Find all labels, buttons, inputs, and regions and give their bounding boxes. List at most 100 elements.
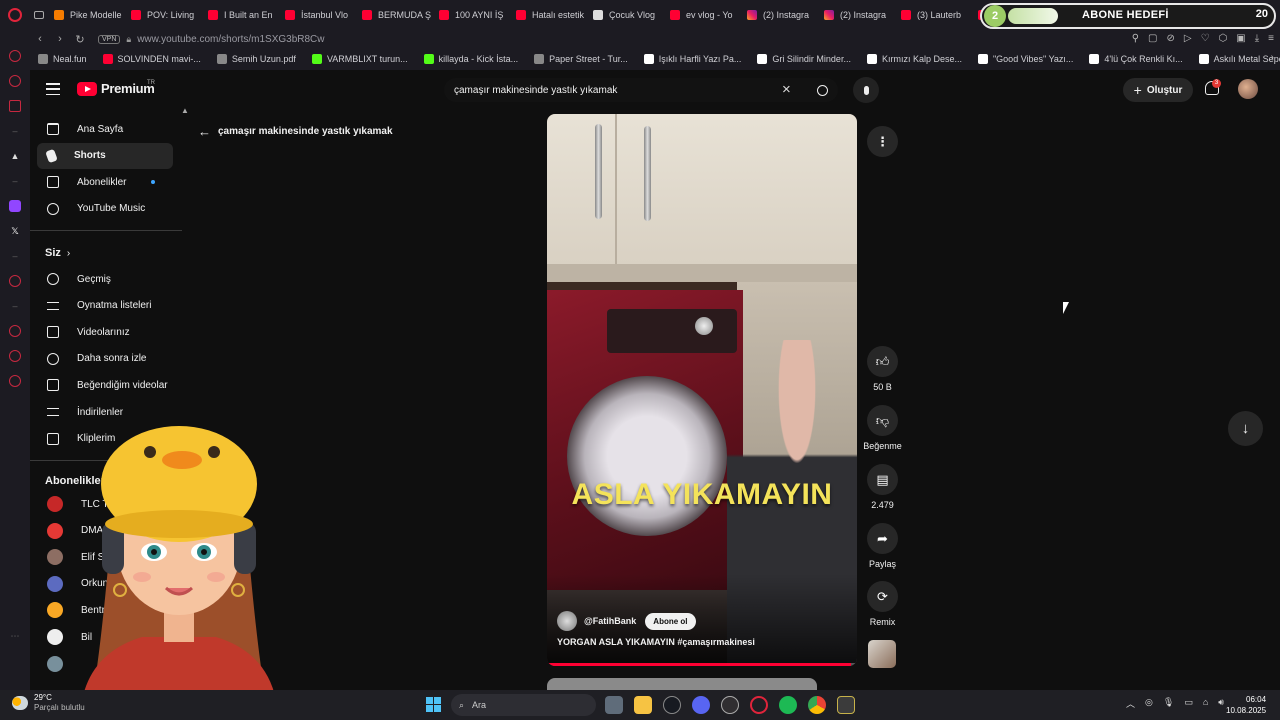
forward-nav-icon[interactable]: › xyxy=(50,33,70,45)
browser-tab[interactable]: (2) Instagra xyxy=(818,0,895,30)
steam-icon[interactable] xyxy=(663,696,681,714)
back-to-search[interactable]: ← çamaşır makinesinde yastık yıkamak xyxy=(198,124,393,139)
bookmarks-more-icon[interactable]: › xyxy=(1271,52,1274,63)
history-sidebar-icon[interactable] xyxy=(9,325,21,337)
thumbs-up-icon[interactable]: 👍︎ xyxy=(867,346,898,377)
chrome-icon[interactable] xyxy=(808,696,826,714)
share-icon[interactable]: ➦ xyxy=(867,523,898,554)
bookmark-item[interactable]: Neal.fun xyxy=(30,54,95,64)
weather-widget[interactable]: 29°C Parçalı bulutlu xyxy=(12,693,85,713)
comment-action[interactable]: ▤ 2.479 xyxy=(861,464,904,510)
comment-icon[interactable]: ▤ xyxy=(867,464,898,495)
channel-name[interactable]: @FatihBank xyxy=(584,616,636,626)
taskbar-search[interactable]: ⌕ Ara xyxy=(451,694,596,716)
opera-sidebar-more-icon[interactable]: ⋯ xyxy=(9,630,21,642)
scroll-up-caret-icon[interactable]: ▲ xyxy=(181,106,189,115)
bookmark-item[interactable]: 4'lü Çok Renkli Kı... xyxy=(1081,54,1190,64)
clear-search-icon[interactable]: × xyxy=(782,81,791,98)
sidebar-item-ana-sayfa[interactable]: Ana Sayfa xyxy=(37,116,173,142)
you-section-title[interactable]: Siz › xyxy=(45,247,70,259)
easy-setup-icon[interactable]: ≡ xyxy=(1268,33,1274,44)
next-video-arrow-icon[interactable]: ↓ xyxy=(1228,411,1263,446)
bookmark-item[interactable]: VARMBLIXT turun... xyxy=(304,54,416,64)
obs-icon[interactable] xyxy=(721,696,739,714)
bookmark-item[interactable]: killayda - Kick İsta... xyxy=(416,54,527,64)
tab-overview-icon[interactable] xyxy=(30,0,48,30)
bookmark-item[interactable]: Askılı Metal Sepet... xyxy=(1191,54,1280,64)
search-button[interactable] xyxy=(806,78,838,102)
reload-icon[interactable]: ↻ xyxy=(70,33,90,46)
opera-sidebar-ai-icon[interactable]: ▲ xyxy=(9,150,21,162)
url-field[interactable]: www.youtube.com/shorts/m1SXG3bR8Cw xyxy=(137,34,324,45)
spotify-icon[interactable] xyxy=(779,696,797,714)
bookmark-item[interactable]: Kırmızı Kalp Dese... xyxy=(859,54,970,64)
wallet-icon[interactable]: ▣ xyxy=(1236,33,1245,44)
subscribe-button[interactable]: Abone ol xyxy=(645,612,696,630)
menu-icon[interactable] xyxy=(46,83,60,95)
download-icon[interactable]: ⤓ xyxy=(1255,33,1259,44)
back-nav-icon[interactable]: ‹ xyxy=(30,33,50,45)
browser-tab[interactable]: 100 AYNI İŞ xyxy=(433,0,510,30)
twitch-icon[interactable] xyxy=(9,200,21,212)
dislike-action[interactable]: 👎︎ Beğenme xyxy=(861,405,904,451)
opera-sidebar-player-icon[interactable] xyxy=(9,275,21,287)
browser-tab[interactable]: İstanbul Vlo xyxy=(279,0,356,30)
like-action[interactable]: 👍︎ 50 B xyxy=(861,346,904,392)
sidebar-item-videolar-n-z[interactable]: Videolarınız xyxy=(37,319,173,345)
bookmark-item[interactable]: Paper Street - Tur... xyxy=(526,54,636,64)
tray-overflow-icon[interactable]: ︿ xyxy=(1126,697,1135,710)
app-icon[interactable] xyxy=(837,696,855,714)
tray-network-icon[interactable]: ⌂ xyxy=(1203,697,1208,710)
discord-icon[interactable] xyxy=(692,696,710,714)
browser-tab[interactable]: I Built an En xyxy=(202,0,279,30)
browser-tab[interactable]: (2) Instagra xyxy=(741,0,818,30)
task-view-icon[interactable] xyxy=(605,696,623,714)
sidebar-item-youtube-music[interactable]: YouTube Music xyxy=(37,196,173,222)
tray-app-icon[interactable]: ◎ xyxy=(1145,697,1153,710)
file-explorer-icon[interactable] xyxy=(634,696,652,714)
taskbar-clock[interactable]: 06:04 10.08.2025 xyxy=(1226,694,1266,716)
bookmark-item[interactable]: Semih Uzun.pdf xyxy=(209,54,304,64)
channel-avatar[interactable] xyxy=(557,611,577,631)
bookmark-item[interactable]: "Good Vibes" Yazı... xyxy=(970,54,1081,64)
video-progress-bar[interactable] xyxy=(547,663,857,666)
youtube-logo[interactable]: Premium xyxy=(77,81,155,96)
bookmark-item[interactable]: Gri Silindir Minder... xyxy=(749,54,859,64)
sidebar-item-abonelikler[interactable]: Abonelikler xyxy=(37,169,173,195)
sidebar-item-be-endi-im-videolar[interactable]: Beğendiğim videolar xyxy=(37,372,173,398)
remix-icon[interactable]: ⟳ xyxy=(867,581,898,612)
bookmark-item[interactable]: Işıklı Harfli Yazı Pa... xyxy=(636,54,750,64)
browser-tab[interactable]: BERMUDA Ş xyxy=(356,0,433,30)
search-input[interactable]: çamaşır makinesinde yastık yıkamak × xyxy=(444,78,838,102)
x-icon[interactable]: 𝕏 xyxy=(9,225,21,237)
account-avatar[interactable] xyxy=(1238,79,1258,99)
pin-icon[interactable]: ⚲ xyxy=(1132,33,1139,44)
opera-logo-icon[interactable] xyxy=(0,0,30,30)
opera-sidebar-mail-icon[interactable] xyxy=(9,100,21,112)
thumbs-down-icon[interactable]: 👎︎ xyxy=(867,405,898,436)
sidebar-item-daha-sonra-izle[interactable]: Daha sonra izle xyxy=(37,346,173,372)
settings-sidebar-icon[interactable] xyxy=(9,375,21,387)
sidebar-item-oynatma-listeleri[interactable]: Oynatma listeleri xyxy=(37,293,173,319)
short-caption[interactable]: YORGAN ASLA YIKAMAYIN #çamaşırmakinesi xyxy=(557,637,755,647)
voice-search-button[interactable] xyxy=(853,77,879,103)
sound-thumbnail[interactable] xyxy=(868,640,896,668)
browser-tab[interactable]: Hatalı estetik xyxy=(510,0,587,30)
remix-action[interactable]: ⟳ Remix xyxy=(861,581,904,627)
search-query-text[interactable]: çamaşır makinesinde yastık yıkamak xyxy=(454,85,617,96)
browser-tab[interactable]: Çocuk Vlog xyxy=(587,0,664,30)
windows-start-icon[interactable] xyxy=(426,697,441,712)
play-icon[interactable]: ▷ xyxy=(1184,33,1192,44)
opera-gx-icon[interactable] xyxy=(750,696,768,714)
browser-tab[interactable]: (3) Lauterb xyxy=(895,0,972,30)
lock-icon[interactable]: 🔒︎ xyxy=(126,34,131,45)
tray-volume-icon[interactable]: 🔊︎ xyxy=(1218,697,1224,710)
bookmark-item[interactable]: SOLVINDEN mavi-... xyxy=(95,54,209,64)
browser-tab[interactable]: POV: Living xyxy=(125,0,202,30)
extensions-icon[interactable]: ⬡ xyxy=(1219,33,1228,44)
tray-display-icon[interactable]: ▭ xyxy=(1184,697,1193,710)
next-short-preview[interactable] xyxy=(547,678,817,690)
refresh-sidebar-icon[interactable] xyxy=(9,350,21,362)
sidebar-item-ge-mi-[interactable]: Geçmiş xyxy=(37,266,173,292)
browser-tab[interactable]: ev vlog - Yo xyxy=(664,0,741,30)
